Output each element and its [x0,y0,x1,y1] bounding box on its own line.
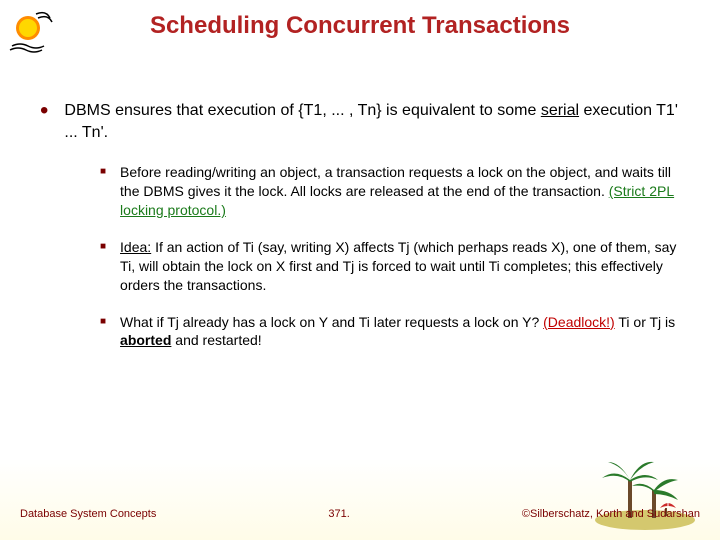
slide-content: • DBMS ensures that execution of {T1, ..… [0,40,720,350]
sub-bullet-text: Idea: If an action of Ti (say, writing X… [120,238,680,295]
footer-left: Database System Concepts [20,508,156,520]
square-bullet-icon: ■ [100,313,106,351]
footer-page-number: 371. [328,508,349,520]
main-bullet-text: DBMS ensures that execution of {T1, ... … [64,100,680,143]
slide-footer: Database System Concepts 371. ©Silbersch… [0,508,720,520]
sub-bullet-item: ■ What if Tj already has a lock on Y and… [100,313,680,351]
sun-icon [8,8,56,56]
sub-bullet-text: What if Tj already has a lock on Y and T… [120,313,680,351]
sub-bullet-text: Before reading/writing an object, a tran… [120,163,680,220]
footer-copyright: ©Silberschatz, Korth and Sudarshan [522,508,700,520]
bullet-icon: • [40,100,48,143]
sub-bullet-item: ■ Before reading/writing an object, a tr… [100,163,680,220]
square-bullet-icon: ■ [100,163,106,220]
slide-title: Scheduling Concurrent Transactions [0,0,720,40]
sub-bullet-item: ■ Idea: If an action of Ti (say, writing… [100,238,680,295]
sub-bullet-list: ■ Before reading/writing an object, a tr… [40,163,680,350]
square-bullet-icon: ■ [100,238,106,295]
main-bullet-item: • DBMS ensures that execution of {T1, ..… [40,100,680,143]
